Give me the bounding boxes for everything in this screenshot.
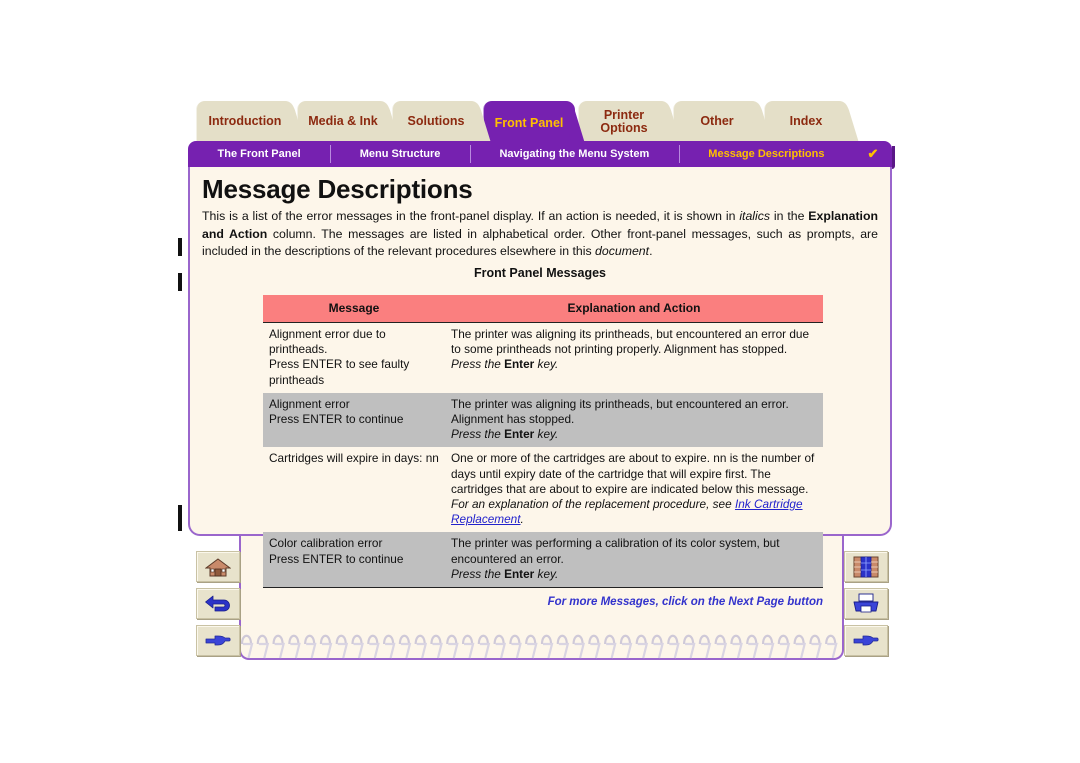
subnav-item-menu-structure[interactable]: Menu Structure: [330, 141, 470, 167]
bookshelf-button[interactable]: [844, 551, 888, 582]
document-viewer: Introduction Media & Ink Solutions Front Pa…: [0, 0, 1080, 763]
table-head: Message Explanation and Action: [263, 295, 823, 323]
tab-introduction[interactable]: Introduction: [196, 101, 294, 143]
tab-label: Front Panel: [494, 116, 564, 131]
table-header-row: Message Explanation and Action: [263, 295, 823, 323]
section-tab-strip: Introduction Media & Ink Solutions Front Pa…: [196, 101, 896, 147]
explanation-text: One or more of the cartridges are about …: [451, 451, 815, 496]
intro-text-2: in the: [770, 209, 809, 223]
ink-cartridge-replacement-link[interactable]: Ink Cartridge Replacement: [451, 497, 803, 526]
tab-other[interactable]: Other: [673, 101, 761, 143]
explanation-text: The printer was performing a calibration…: [451, 536, 780, 566]
subnav-shadow: [892, 146, 895, 169]
bookcase-icon: [853, 556, 879, 578]
action-key-name: Enter: [504, 427, 535, 442]
intro-text-1: This is a list of the error messages in …: [202, 209, 740, 223]
cell-explanation: One or more of the cartridges are about …: [445, 447, 823, 532]
spiral-binding: [238, 632, 838, 662]
print-button[interactable]: [844, 588, 888, 619]
action-text: Press the Enter key.: [451, 357, 559, 372]
intro-italic-2: document: [595, 244, 650, 258]
change-bar-2: [178, 273, 182, 291]
intro-italic-1: italics: [739, 209, 771, 223]
spiral-coil: [240, 634, 838, 659]
subnav-item-message-descriptions[interactable]: Message Descriptions: [678, 141, 854, 167]
next-page-hint: For more Messages, click on the Next Pag…: [547, 596, 823, 608]
subnav-item-navigating-the-menu-system[interactable]: Navigating the Menu System: [469, 141, 679, 167]
cell-message: Alignment error due to printheads. Press …: [269, 327, 410, 387]
pointing-hand-right-icon: [204, 632, 232, 650]
cell-message: Color calibration error Press ENTER to co…: [263, 532, 445, 589]
tab-label: Index: [789, 114, 823, 129]
cell-explanation: The printer was performing a calibration…: [445, 532, 823, 589]
tab-printer-options[interactable]: Printer Options: [578, 101, 670, 143]
cell-message: Alignment error Press ENTER to continue: [263, 392, 445, 448]
tab-index[interactable]: Index: [764, 101, 848, 143]
table-row: Alignment error due to printheads. Press …: [263, 323, 823, 393]
intro-text-4: .: [649, 244, 653, 258]
intro-text-3: column. The messages are listed in alpha…: [202, 226, 878, 259]
explanation-text: The printer was aligning its printheads,…: [451, 327, 810, 357]
cell-explanation: The printer was aligning its printheads,…: [445, 323, 823, 393]
column-header-message: Message: [263, 295, 445, 323]
tab-label: Solutions: [407, 114, 465, 129]
tab-label: Introduction: [208, 114, 282, 129]
tab-label: Printer Options: [600, 107, 648, 135]
column-header-explanation: Explanation and Action: [445, 295, 823, 323]
subsection-nav-bar: The Front Panel Menu Structure Navigating …: [188, 141, 895, 169]
table-row: Cartridges will expire in days: nn One or…: [263, 447, 823, 532]
table-body: Alignment error due to printheads. Press …: [263, 323, 823, 589]
action-key-name: Enter: [504, 357, 535, 372]
tab-solutions[interactable]: Solutions: [392, 101, 480, 143]
action-text: For an explanation of the replacement pr…: [451, 497, 803, 527]
explanation-text: The printer was aligning its printheads,…: [451, 396, 789, 427]
action-text: Press the Enter key.: [451, 427, 559, 442]
tab-media-ink[interactable]: Media & Ink: [297, 101, 389, 143]
page-title: Message Descriptions: [202, 174, 473, 204]
forward-button[interactable]: [844, 625, 888, 656]
change-bar-3: [178, 505, 182, 531]
printer-icon: [852, 593, 880, 614]
tab-label: Other: [700, 114, 734, 129]
table-caption: Front Panel Messages: [474, 266, 606, 280]
subnav-item-the-front-panel[interactable]: The Front Panel: [188, 141, 330, 167]
current-page-check-icon: ✔: [867, 146, 879, 161]
back-arrow-icon: [204, 594, 232, 614]
cell-message: Cartridges will expire in days: nn: [269, 451, 439, 466]
tab-label: Media & Ink: [308, 114, 378, 129]
next-page-button[interactable]: [196, 625, 240, 656]
cell-explanation: The printer was aligning its printheads,…: [445, 392, 823, 448]
intro-paragraph: This is a list of the error messages in …: [202, 208, 878, 261]
home-button[interactable]: [196, 551, 240, 582]
table-row: Color calibration error Press ENTER to co…: [263, 532, 823, 589]
action-key-name: Enter: [504, 566, 535, 581]
back-button[interactable]: [196, 588, 240, 619]
table-row: Alignment error Press ENTER to continue Th…: [263, 392, 823, 448]
action-text: Press the Enter key.: [451, 566, 559, 581]
house-icon: [205, 557, 231, 577]
front-panel-messages-table: Message Explanation and Action Alignment…: [263, 295, 823, 589]
pointing-hand-right-icon: [852, 632, 880, 650]
change-bar-1: [178, 238, 182, 256]
